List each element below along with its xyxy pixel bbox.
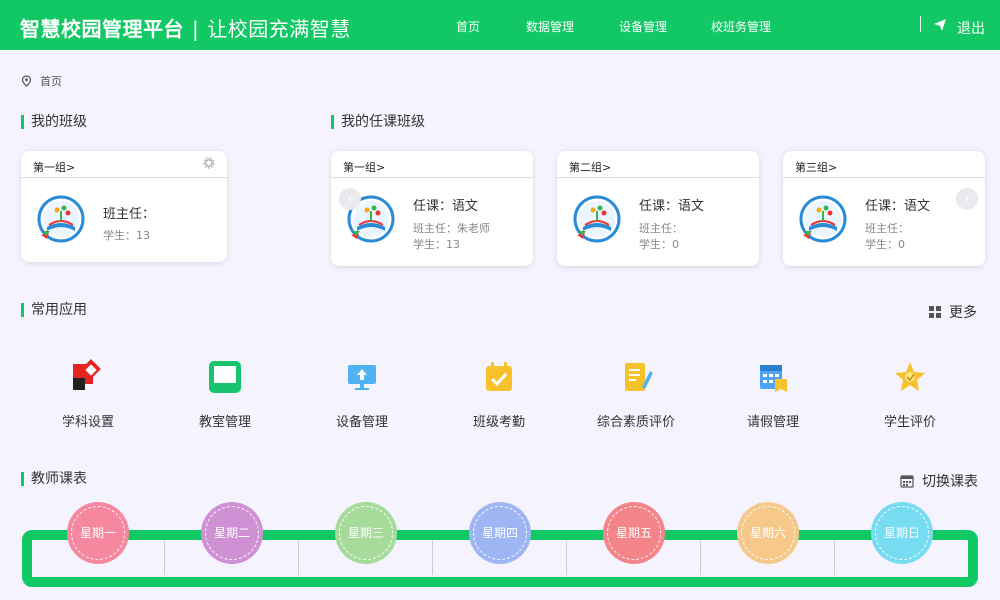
send-icon[interactable] [933,18,947,32]
card-group-label[interactable]: 第一组> [33,161,75,174]
student-count: 学生：13 [103,229,150,242]
teaching-classes-title: 我的任课班级 [331,114,425,130]
day-divider [298,541,299,575]
app-label: 学生评价 [883,415,936,430]
classroom-icon [209,361,241,393]
day-label: 星期三 [347,526,384,540]
school-logo-icon [37,195,85,243]
card-group-header: 第二组> [557,151,759,178]
subject-label: 任课：语文 [865,199,931,214]
day-label: 星期五 [615,526,652,540]
app-classroom-management[interactable]: 教室管理 [165,359,285,430]
app-leave-management[interactable]: 请假管理 [713,359,833,430]
app-subject-settings[interactable]: 学科设置 [28,359,148,430]
school-logo-icon [799,195,847,243]
top-bar: 智慧校园管理平台 | 让校园充满智慧 首页 数据管理 设备管理 校班务管理 退出 [0,0,1000,50]
app-label: 请假管理 [746,415,799,430]
subject-label: 任课：语文 [413,199,479,214]
student-count: 学生：13 [413,238,460,251]
card-group-label[interactable]: 第三组> [795,161,837,174]
card-group-header: 第一组> [21,151,227,178]
day-thursday[interactable]: 星期四 [469,502,531,564]
app-class-attendance[interactable]: 班级考勤 [439,359,559,430]
card-group-label[interactable]: 第一组> [343,161,385,174]
head-teacher-label: 班主任：朱老师 [413,222,490,235]
day-divider [164,541,165,575]
app-quality-evaluation[interactable]: 综合素质评价 [576,359,696,430]
breadcrumb: 首页 [21,73,62,89]
teaching-class-card[interactable]: 第一组> 任课：语文 班主任：朱老师 学生：13 [331,151,533,266]
teaching-class-card[interactable]: 第三组> 任课：语文 班主任： 学生：0 [783,151,985,266]
student-count: 学生：0 [639,238,679,251]
more-label: 更多 [949,305,977,321]
student-count: 学生：0 [865,238,905,251]
grid-icon [929,306,941,318]
calendar-icon [900,475,914,488]
day-divider [700,541,701,575]
day-monday[interactable]: 星期一 [67,502,129,564]
day-label: 星期四 [481,526,518,540]
more-apps-link[interactable]: 更多 [929,302,977,322]
star-badge-icon [895,362,925,391]
day-label: 星期六 [749,526,786,540]
subject-label: 任课：语文 [639,199,705,214]
platform-slogan: 让校园充满智慧 [207,17,351,41]
nav-class-affairs[interactable]: 校班务管理 [711,18,771,35]
nav-home[interactable]: 首页 [456,18,480,35]
location-pin-icon [21,75,32,87]
switch-schedule-label: 切换课表 [922,474,978,490]
common-apps-title: 常用应用 [21,302,87,318]
title-separator: | [192,17,200,41]
day-wednesday[interactable]: 星期三 [335,502,397,564]
subject-settings-icon [73,359,101,390]
app-label: 设备管理 [335,415,388,430]
carousel-next-button[interactable]: › [956,188,978,210]
day-label: 星期日 [883,526,920,540]
day-label: 星期二 [213,526,250,540]
nav-device-management[interactable]: 设备管理 [619,18,667,35]
day-sunday[interactable]: 星期日 [871,502,933,564]
attendance-calendar-icon [486,362,512,391]
app-label: 学科设置 [61,415,114,430]
head-teacher-label: 班主任： [865,222,909,235]
day-friday[interactable]: 星期五 [603,502,665,564]
card-group-header: 第三组> [783,151,985,178]
nav-data-management[interactable]: 数据管理 [526,18,574,35]
my-class-card[interactable]: 第一组> 班主任： 学生：13 [21,151,227,262]
header-divider [920,16,921,32]
head-teacher-label: 班主任： [103,207,156,222]
app-device-management[interactable]: 设备管理 [302,359,422,430]
head-teacher-label: 班主任： [639,222,683,235]
brand: 智慧校园管理平台 | 让校园充满智慧 [20,13,351,42]
day-label: 星期一 [79,526,116,540]
app-label: 综合素质评价 [596,415,675,430]
leave-calendar-icon [760,365,787,392]
logout-button[interactable]: 退出 [957,18,985,38]
school-logo-icon [573,195,621,243]
teaching-class-card[interactable]: 第二组> 任课：语文 班主任： 学生：0 [557,151,759,266]
carousel-prev-button[interactable]: ‹ [339,188,361,210]
day-divider [834,541,835,575]
switch-schedule-button[interactable]: 切换课表 [900,471,978,491]
card-group-header: 第一组> [331,151,533,178]
gear-icon[interactable] [203,157,215,169]
card-group-label[interactable]: 第二组> [569,161,611,174]
day-tuesday[interactable]: 星期二 [201,502,263,564]
day-divider [432,541,433,575]
my-class-title: 我的班级 [21,114,87,130]
teacher-schedule-title: 教师课表 [21,471,87,487]
platform-title: 智慧校园管理平台 [20,17,184,41]
day-saturday[interactable]: 星期六 [737,502,799,564]
app-label: 班级考勤 [472,415,525,430]
breadcrumb-home[interactable]: 首页 [40,73,62,89]
app-student-evaluation[interactable]: 学生评价 [850,359,970,430]
day-divider [566,541,567,575]
app-label: 教室管理 [198,415,251,430]
device-monitor-icon [348,365,376,390]
evaluation-document-icon [625,363,653,391]
